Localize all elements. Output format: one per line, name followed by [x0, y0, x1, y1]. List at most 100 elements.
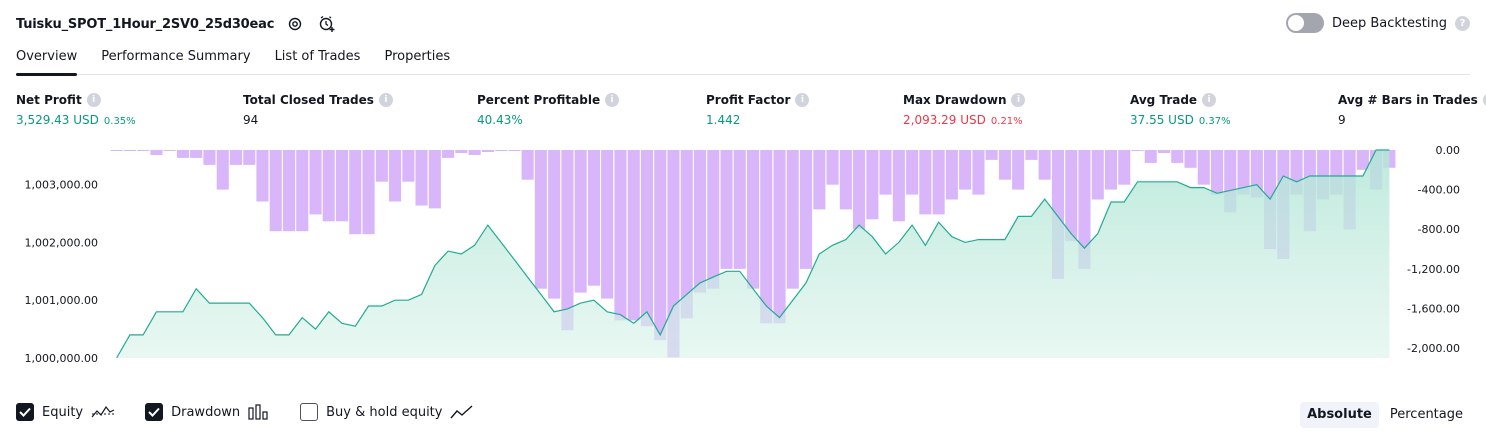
drawdown-bar — [1158, 150, 1171, 153]
gear-icon[interactable] — [284, 13, 306, 35]
drawdown-bar — [468, 150, 481, 155]
drawdown-bar — [773, 150, 786, 324]
left-axis-tick: 1,003,000.00 — [25, 179, 98, 192]
drawdown-bar — [932, 150, 945, 215]
drawdown-bar — [813, 150, 826, 210]
drawdown-bar — [1184, 150, 1197, 168]
metric-profit-factor: Profit Factor i 1.442 — [706, 93, 810, 127]
drawdown-bar — [654, 150, 667, 341]
metric-avg-bars-in-trades: Avg # Bars in Tradesi 9 — [1338, 93, 1486, 127]
metric-label-text: Avg # Bars in Trades — [1338, 93, 1478, 107]
tab-performance-summary[interactable]: Performance Summary — [89, 47, 262, 75]
legend-equity[interactable]: Equity — [16, 403, 115, 421]
add-alert-icon[interactable] — [316, 13, 338, 35]
metric-value: 94 — [243, 113, 259, 127]
metric-percent-profitable: Percent Profitable i 40.43% — [477, 93, 620, 127]
tab-list-of-trades[interactable]: List of Trades — [263, 47, 373, 75]
drawdown-bar — [481, 150, 494, 152]
metric-value: 1.442 — [706, 113, 741, 127]
info-icon[interactable]: i — [378, 93, 393, 107]
drawdown-bar — [375, 150, 388, 182]
metric-value-row: 9 — [1338, 113, 1486, 127]
metric-value-row: 37.55 USD 0.37% — [1130, 113, 1231, 127]
right-axis-tick: -1,200.00 — [1407, 263, 1460, 276]
drawdown-bar — [110, 150, 123, 151]
metric-label-text: Percent Profitable — [477, 93, 601, 107]
metric-label-text: Net Profit — [16, 93, 82, 107]
legend-drawdown[interactable]: Drawdown — [145, 403, 270, 421]
metric-avg-trade: Avg Trade i 37.55 USD 0.37% — [1130, 93, 1231, 127]
drawdown-bar — [495, 150, 508, 151]
metric-max-drawdown: Max Drawdown i 2,093.29 USD 0.21% — [903, 93, 1026, 127]
drawdown-bar — [150, 150, 163, 155]
drawdown-bar — [455, 150, 468, 153]
drawdown-bar — [587, 150, 600, 286]
percentage-mode-button[interactable]: Percentage — [1383, 402, 1470, 428]
drawdown-bar — [508, 150, 521, 151]
drawdown-bar — [707, 150, 720, 289]
drawdown-bar — [959, 150, 972, 190]
buy-hold-checkbox[interactable] — [300, 403, 319, 421]
drawdown-bar — [1025, 150, 1038, 160]
metric-value: 37.55 USD — [1130, 113, 1194, 127]
deep-backtesting-toggle[interactable] — [1285, 13, 1324, 33]
drawdown-bar — [1171, 150, 1184, 163]
drawdown-label: Drawdown — [171, 404, 241, 420]
help-icon[interactable]: ? — [1455, 15, 1470, 31]
info-icon[interactable]: i — [795, 93, 810, 107]
drawdown-bar — [216, 150, 229, 190]
metric-label: Total Closed Trades i — [243, 93, 393, 107]
drawdown-bar — [349, 150, 362, 235]
drawdown-bar — [229, 150, 242, 165]
drawdown-bar — [548, 150, 561, 299]
info-icon[interactable]: i — [1202, 93, 1217, 107]
header: Tuisku_SPOT_1Hour_2SV0_25d30eac — [16, 13, 338, 35]
equity-line-icon — [91, 405, 115, 418]
drawdown-bar — [534, 150, 547, 289]
drawdown-bar — [720, 150, 733, 269]
drawdown-bar — [415, 150, 428, 206]
tab-properties[interactable]: Properties — [372, 47, 462, 75]
tab-overview[interactable]: Overview — [16, 47, 89, 76]
drawdown-bar — [879, 150, 892, 195]
drawdown-bar — [786, 150, 799, 289]
metric-value-row: 2,093.29 USD 0.21% — [903, 113, 1025, 127]
drawdown-bar — [389, 150, 402, 202]
chart-legend: Equity Drawdown Buy & hold equity — [16, 403, 504, 421]
metric-percent: 0.37% — [1198, 116, 1231, 127]
drawdown-bar — [1091, 150, 1104, 200]
metric-label: Net Profit i — [16, 93, 136, 107]
drawdown-bar — [1118, 150, 1131, 185]
metric-label-text: Total Closed Trades — [243, 93, 374, 107]
drawdown-checkbox[interactable] — [145, 403, 164, 421]
drawdown-bar — [362, 150, 375, 235]
info-icon[interactable]: i — [605, 93, 620, 107]
drawdown-bar — [322, 150, 335, 222]
absolute-mode-button[interactable]: Absolute — [1300, 402, 1379, 428]
info-icon[interactable]: i — [86, 93, 101, 107]
drawdown-bar — [1104, 150, 1117, 190]
drawdown-bar — [800, 150, 813, 269]
left-axis-tick: 1,000,000.00 — [25, 352, 98, 365]
drawdown-bar — [1144, 150, 1157, 163]
drawdown-bar — [853, 150, 866, 230]
drawdown-bar — [866, 150, 879, 220]
metric-label-text: Max Drawdown — [903, 93, 1007, 107]
equity-checkbox[interactable] — [16, 403, 34, 421]
drawdown-bar — [839, 150, 852, 210]
drawdown-bar — [336, 150, 349, 222]
metric-label-text: Profit Factor — [706, 93, 791, 107]
buy-hold-line-icon — [450, 405, 473, 419]
drawdown-bar — [826, 150, 839, 185]
metric-value-row: 94 — [243, 113, 393, 127]
metric-label: Avg Trade i — [1130, 93, 1231, 107]
info-icon[interactable]: i — [1011, 93, 1026, 107]
drawdown-bar — [972, 150, 985, 195]
drawdown-bar — [442, 150, 455, 158]
equity-drawdown-chart: 1,000,000.00 1,001,000.00 1,002,000.00 1,00… — [25, 144, 1460, 365]
legend-buy-hold[interactable]: Buy & hold equity — [300, 403, 474, 421]
drawdown-bar — [892, 150, 905, 222]
drawdown-bar — [574, 150, 587, 293]
deep-backtesting-label: Deep Backtesting — [1331, 15, 1447, 31]
drawdown-bar — [296, 150, 309, 232]
